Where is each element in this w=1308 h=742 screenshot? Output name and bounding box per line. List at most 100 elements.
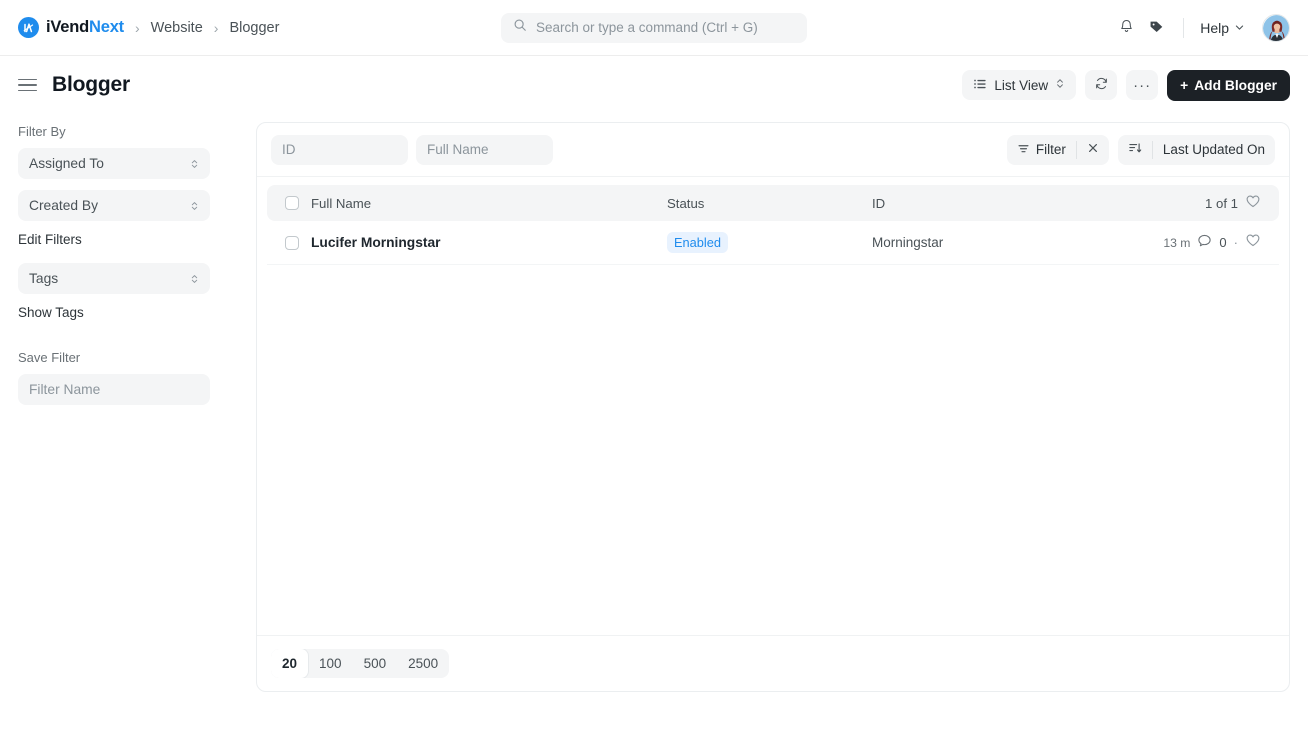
brand-name-second: Next xyxy=(89,18,124,36)
save-filter-label: Save Filter xyxy=(18,350,81,365)
page-size-20[interactable]: 20 xyxy=(271,649,309,678)
table-header-row: Full Name Status ID 1 of 1 xyxy=(267,185,1279,221)
cell-id: Morningstar xyxy=(872,235,944,250)
page-title: Blogger xyxy=(52,73,130,96)
filter-icon xyxy=(1017,142,1030,158)
navbar-right-actions: Help xyxy=(1111,13,1290,43)
filter-by-label: Filter By xyxy=(18,124,66,139)
list-empty-space xyxy=(257,265,1289,635)
plus-icon: + xyxy=(1180,77,1189,93)
heart-icon[interactable] xyxy=(1245,232,1261,253)
user-avatar[interactable] xyxy=(1262,13,1290,42)
refresh-icon xyxy=(1094,76,1109,94)
navbar-divider xyxy=(1183,17,1185,38)
search-icon xyxy=(513,18,527,37)
assigned-to-select[interactable]: Assigned To xyxy=(18,148,210,179)
chevron-updown-icon xyxy=(190,158,199,170)
row-select-cell xyxy=(285,235,311,250)
column-header-full-name[interactable]: Full Name xyxy=(311,196,667,211)
global-search[interactable] xyxy=(501,12,807,43)
add-blogger-label: Add Blogger xyxy=(1194,77,1277,93)
page-size-100[interactable]: 100 xyxy=(308,649,353,678)
filter-name-input[interactable] xyxy=(18,374,210,405)
brand-name-first: iVend xyxy=(46,18,90,36)
chevron-updown-icon xyxy=(190,200,199,212)
list-card: Filter xyxy=(256,122,1290,692)
select-all-checkbox[interactable] xyxy=(285,196,299,210)
tags-label: Tags xyxy=(29,271,59,286)
created-by-label: Created By xyxy=(29,198,99,213)
cell-full-name[interactable]: Lucifer Morningstar xyxy=(311,235,667,250)
bell-icon xyxy=(1118,18,1135,38)
row-meta: 13 m 0 · xyxy=(1163,232,1261,253)
notifications-button[interactable] xyxy=(1111,13,1141,43)
refresh-button[interactable] xyxy=(1085,70,1118,100)
breadcrumb-blogger[interactable]: Blogger xyxy=(229,20,279,36)
sort-field-label: Last Updated On xyxy=(1162,142,1265,157)
help-menu-button[interactable]: Help xyxy=(1196,16,1249,40)
created-by-select[interactable]: Created By xyxy=(18,190,210,221)
filter-sidebar: Filter By Assigned To Created By Edit Fi… xyxy=(18,114,210,405)
edit-filters-link[interactable]: Edit Filters xyxy=(18,232,210,247)
ivend-monogram-icon xyxy=(18,17,39,38)
list-filter-row: Filter xyxy=(257,123,1289,177)
page-header: Blogger List View ··· + Add Blogger xyxy=(0,56,1308,114)
sort-direction-button[interactable] xyxy=(1118,135,1152,165)
tag-icon xyxy=(1148,18,1165,38)
last-modified: 13 m xyxy=(1163,235,1191,250)
assigned-to-label: Assigned To xyxy=(29,156,104,171)
tags-button[interactable] xyxy=(1141,13,1171,43)
list-footer: 20 100 500 2500 xyxy=(257,635,1289,691)
page-header-actions: List View ··· + Add Blogger xyxy=(962,69,1290,101)
comment-count: 0 xyxy=(1219,235,1227,250)
full-name-filter-input[interactable] xyxy=(416,134,553,165)
more-actions-button[interactable]: ··· xyxy=(1126,70,1159,100)
column-header-id[interactable]: ID xyxy=(872,196,1205,211)
list-icon xyxy=(973,77,987,94)
chevron-updown-icon xyxy=(1055,77,1065,93)
status-badge: Enabled xyxy=(667,232,728,253)
column-header-status[interactable]: Status xyxy=(667,196,872,211)
list-view-switcher[interactable]: List View xyxy=(962,70,1077,100)
heart-icon[interactable] xyxy=(1245,193,1261,214)
ellipsis-icon: ··· xyxy=(1133,76,1152,94)
sort-descending-icon xyxy=(1128,141,1142,158)
chevron-down-icon xyxy=(1234,20,1245,36)
filter-label: Filter xyxy=(1035,142,1066,157)
add-blogger-button[interactable]: + Add Blogger xyxy=(1167,69,1290,101)
page-size-2500[interactable]: 2500 xyxy=(397,649,449,678)
breadcrumb-website[interactable]: Website xyxy=(151,20,203,36)
breadcrumb-separator-1: › xyxy=(134,19,140,36)
brand-name: iVendNext xyxy=(46,18,124,37)
table-row[interactable]: Lucifer Morningstar Enabled Morningstar … xyxy=(267,221,1279,265)
page-size-selector: 20 100 500 2500 xyxy=(271,649,450,678)
filter-button[interactable]: Filter xyxy=(1007,135,1076,165)
meta-separator: · xyxy=(1233,235,1238,250)
close-icon xyxy=(1087,142,1099,157)
list-filter-actions: Filter Last Updated On xyxy=(1006,134,1275,165)
table-header-right: 1 of 1 xyxy=(1205,193,1261,214)
id-filter-input[interactable] xyxy=(271,134,408,165)
list-view-label: List View xyxy=(994,77,1049,93)
help-label: Help xyxy=(1200,19,1229,36)
select-all-cell xyxy=(285,196,311,210)
search-input[interactable] xyxy=(536,20,795,35)
hamburger-icon[interactable] xyxy=(18,74,40,96)
brand-logo-link[interactable]: iVendNext xyxy=(18,17,124,38)
top-navbar: iVendNext › Website › Blogger Search or … xyxy=(0,0,1308,56)
page-body: Filter By Assigned To Created By Edit Fi… xyxy=(0,114,1308,692)
comment-icon[interactable] xyxy=(1197,233,1212,253)
clear-filter-button[interactable] xyxy=(1077,135,1109,165)
show-tags-link[interactable]: Show Tags xyxy=(18,305,210,320)
chevron-updown-icon xyxy=(190,273,199,285)
cell-status: Enabled xyxy=(667,232,872,253)
breadcrumb-separator-2: › xyxy=(213,19,219,36)
row-checkbox[interactable] xyxy=(285,235,299,250)
sort-control-group: Last Updated On xyxy=(1117,134,1275,165)
page-size-500[interactable]: 500 xyxy=(353,649,398,678)
tags-select[interactable]: Tags xyxy=(18,263,210,294)
result-count: 1 of 1 xyxy=(1205,195,1238,211)
sort-field-button[interactable]: Last Updated On xyxy=(1153,135,1275,165)
